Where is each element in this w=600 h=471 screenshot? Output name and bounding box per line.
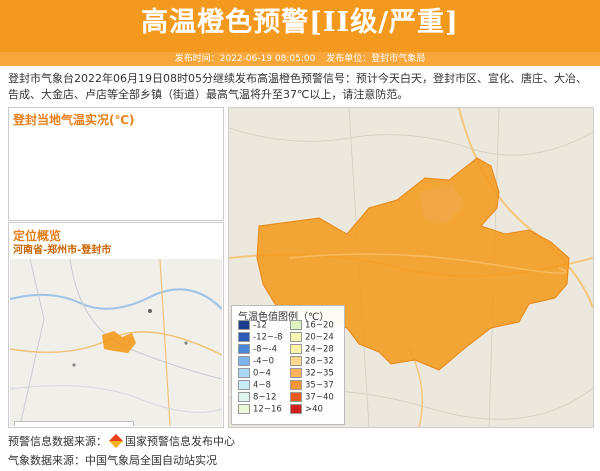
legend-item: 35~37: [290, 380, 334, 391]
legend-item: 37~40: [290, 392, 334, 403]
legend-item: 32~35: [290, 368, 334, 379]
weather-source-line: 气象数据来源：中国气象局全国自动站实况: [8, 454, 217, 467]
meta-info: 发布时间：2022-06-19 08:05:00 发布单位：登封市气象局: [0, 52, 600, 66]
overview-legend: 图例 国界 省界: [14, 421, 134, 426]
legend-item: 0~4: [238, 368, 271, 379]
legend-item: 4~8: [238, 380, 271, 391]
temperature-panel-title: 登封当地气温实况(℃): [13, 113, 135, 127]
alert-header: 高温橙色预警[II级/严重]: [0, 0, 600, 52]
warning-source-line: 预警信息数据来源： 国家预警信息发布中心: [8, 433, 235, 449]
overview-legend-title: 图例: [21, 424, 45, 426]
legend-item: -12~-8: [238, 332, 282, 343]
location-panel: 定位概览 河南省-郑州市-登封市 图例 国界 省界: [8, 222, 224, 428]
legend-item: 24~28: [290, 344, 334, 355]
publish-time: 发布时间：2022-06-19 08:05:00: [174, 54, 316, 64]
warning-source-label: 预警信息数据来源：: [8, 435, 107, 448]
warning-center-logo-icon: [108, 433, 124, 449]
temperature-panel: 登封当地气温实况(℃): [8, 107, 224, 221]
location-path: 河南省-郑州市-登封市: [13, 245, 112, 256]
legend-item: >40: [290, 404, 323, 415]
overview-map[interactable]: 图例 国界 省界: [10, 259, 222, 426]
warning-area-map[interactable]: 气温色值图例（℃） -12 16~20 -12~-8 20~24 -8~-4 2…: [228, 107, 594, 428]
legend-item: 20~24: [290, 332, 334, 343]
legend-item: -8~-4: [238, 344, 277, 355]
publisher: 发布单位：登封市气象局: [326, 54, 426, 64]
legend-item: -12: [238, 320, 267, 331]
page-title: 高温橙色预警[II级/严重]: [141, 7, 459, 38]
legend-item: 8~12: [238, 392, 276, 403]
legend-item: -4~0: [238, 356, 274, 367]
legend-item: 28~32: [290, 356, 334, 367]
overview-map-graphic: [10, 259, 222, 426]
temperature-legend: 气温色值图例（℃） -12 16~20 -12~-8 20~24 -8~-4 2…: [231, 305, 345, 425]
legend-item: 12~16: [238, 404, 282, 415]
alert-description: 登封市气象台2022年06月19日08时05分继续发布高温橙色预警信号：预计今天…: [8, 72, 587, 101]
legend-item: 16~20: [290, 320, 334, 331]
warning-source-name[interactable]: 国家预警信息发布中心: [125, 435, 235, 448]
